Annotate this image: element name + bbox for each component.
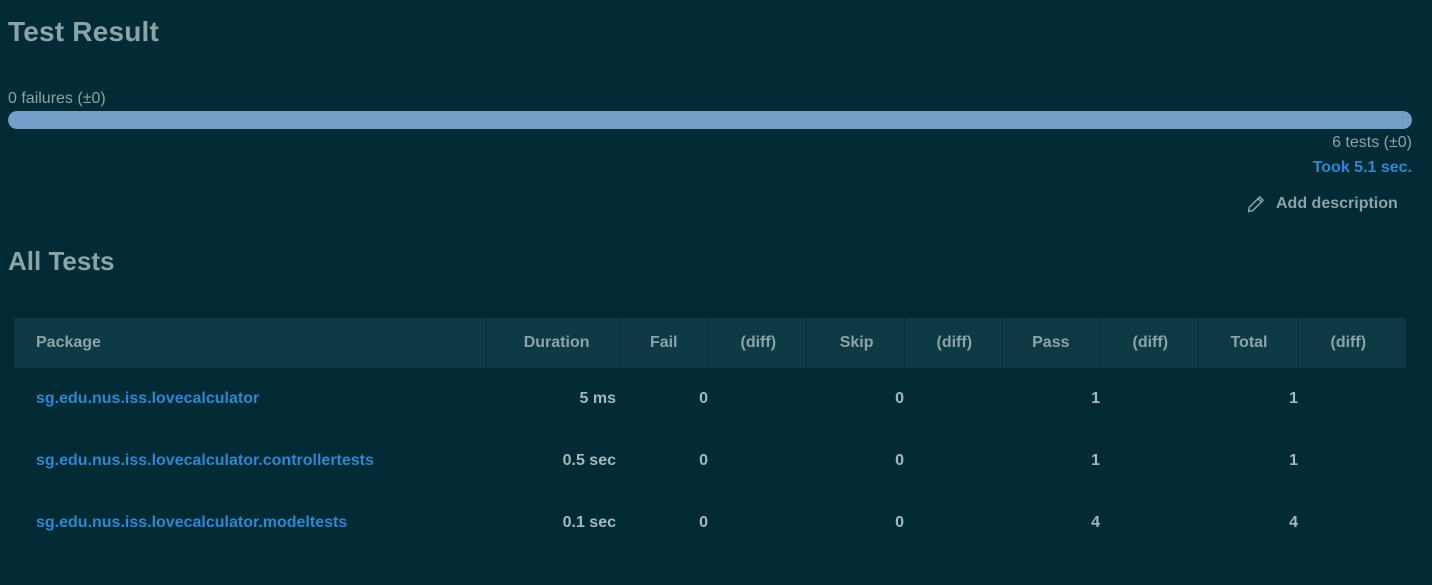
cell-pass: 1	[1091, 452, 1100, 469]
test-progress-pass-fill	[8, 111, 1412, 129]
cell-skip-diff	[904, 492, 1002, 554]
cell-skip: 0	[895, 390, 904, 407]
table-row: sg.edu.nus.iss.lovecalculator.modeltests…	[14, 492, 1406, 554]
pencil-icon	[1246, 194, 1266, 214]
cell-fail: 0	[699, 514, 708, 531]
column-header-pass-diff[interactable]: (diff)	[1100, 318, 1199, 368]
cell-fail-diff	[708, 368, 806, 430]
cell-skip-diff	[904, 368, 1002, 430]
cell-total: 4	[1289, 514, 1298, 531]
tests-count: 6 tests (±0)	[1332, 134, 1412, 151]
add-description-label: Add description	[1276, 195, 1398, 212]
failures-summary: 0 failures (±0)	[8, 90, 106, 107]
cell-fail-diff	[708, 492, 806, 554]
cell-total-diff	[1298, 492, 1406, 554]
cell-skip-diff	[904, 430, 1002, 492]
cell-total-diff	[1298, 430, 1406, 492]
cell-duration: 5 ms	[579, 390, 616, 407]
cell-pass-diff	[1100, 430, 1198, 492]
column-header-total[interactable]: Total	[1198, 318, 1299, 368]
cell-package: sg.edu.nus.iss.lovecalculator	[14, 368, 486, 430]
column-header-duration[interactable]: Duration	[486, 318, 621, 368]
cell-total-diff	[1298, 368, 1406, 430]
cell-package: sg.edu.nus.iss.lovecalculator.controller…	[14, 430, 486, 492]
all-tests-table: Package Duration Fail (diff) Skip (diff)…	[14, 318, 1406, 554]
cell-total: 1	[1289, 452, 1298, 469]
package-link[interactable]: sg.edu.nus.iss.lovecalculator.controller…	[36, 452, 374, 469]
took-time-link[interactable]: Took 5.1 sec.	[1313, 159, 1412, 177]
add-description-button[interactable]: Add description	[1246, 194, 1398, 214]
cell-skip: 0	[895, 452, 904, 469]
cell-pass: 4	[1091, 514, 1100, 531]
column-header-package[interactable]: Package	[14, 318, 487, 368]
test-progress-bar	[8, 111, 1412, 129]
column-header-fail[interactable]: Fail	[620, 318, 709, 368]
package-link[interactable]: sg.edu.nus.iss.lovecalculator.modeltests	[36, 514, 347, 531]
all-tests-table-container: Package Duration Fail (diff) Skip (diff)…	[14, 318, 1406, 554]
page-title: Test Result	[8, 16, 160, 47]
column-header-pass[interactable]: Pass	[1002, 318, 1101, 368]
column-header-skip-diff[interactable]: (diff)	[904, 318, 1003, 368]
cell-pass-diff	[1100, 368, 1198, 430]
table-row: sg.edu.nus.iss.lovecalculator 5 ms 0 0 1…	[14, 368, 1406, 430]
cell-fail: 0	[699, 452, 708, 469]
cell-duration: 0.1 sec	[562, 514, 616, 531]
cell-pass: 1	[1091, 390, 1100, 407]
column-header-total-diff[interactable]: (diff)	[1298, 318, 1406, 368]
cell-fail: 0	[699, 390, 708, 407]
table-header-row: Package Duration Fail (diff) Skip (diff)…	[14, 318, 1406, 368]
cell-total: 1	[1289, 390, 1298, 407]
cell-duration: 0.5 sec	[562, 452, 616, 469]
table-row: sg.edu.nus.iss.lovecalculator.controller…	[14, 430, 1406, 492]
column-header-skip[interactable]: Skip	[806, 318, 905, 368]
column-header-fail-diff[interactable]: (diff)	[708, 318, 807, 368]
all-tests-heading: All Tests	[8, 246, 115, 276]
package-link[interactable]: sg.edu.nus.iss.lovecalculator	[36, 390, 259, 407]
cell-package: sg.edu.nus.iss.lovecalculator.modeltests	[14, 492, 486, 554]
cell-pass-diff	[1100, 492, 1198, 554]
cell-skip: 0	[895, 514, 904, 531]
test-result-page: Test Result 0 failures (±0) 6 tests (±0)…	[0, 0, 1432, 585]
cell-fail-diff	[708, 430, 806, 492]
